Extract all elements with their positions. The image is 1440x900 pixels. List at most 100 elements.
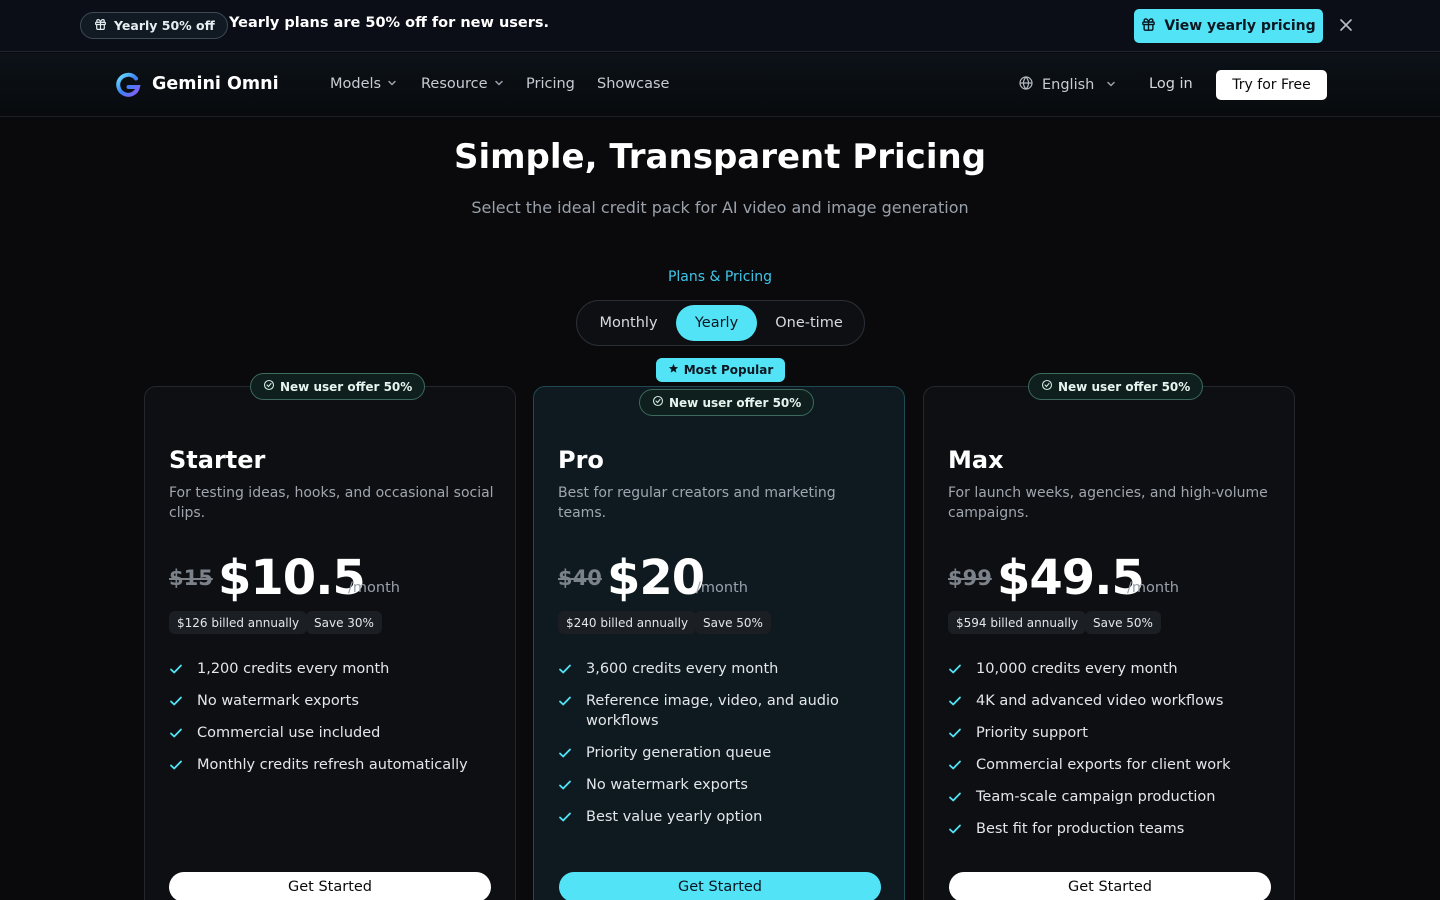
check-icon (948, 723, 962, 746)
get-started-button-max[interactable]: Get Started (949, 872, 1271, 900)
feature-text: No watermark exports (586, 777, 748, 793)
savings-chip: Save 50% (695, 611, 771, 634)
toggle-option-monthly[interactable]: Monthly (587, 305, 670, 341)
nav-item-pricing[interactable]: Pricing (526, 76, 575, 92)
feature-text: 3,600 credits every month (586, 661, 779, 677)
language-selector[interactable]: English (1018, 75, 1116, 95)
nav-item-label: Models (330, 76, 382, 92)
price-period: /month (696, 580, 748, 596)
billed-annually-chip: $126 billed annually (169, 611, 308, 634)
view-yearly-pricing-button[interactable]: View yearly pricing (1134, 9, 1323, 43)
original-price: $15 (169, 566, 213, 590)
yearly-discount-badge: Yearly 50% off (80, 12, 228, 39)
billing-period-toggle: Monthly Yearly One-time (576, 300, 865, 346)
check-icon (948, 755, 962, 778)
feature-item: No watermark exports (169, 691, 499, 714)
plan-name: Starter (169, 446, 266, 474)
page-title: Simple, Transparent Pricing (453, 137, 987, 177)
feature-item: Best value yearly option (558, 807, 888, 830)
offer-badge: New user offer 50% (250, 373, 426, 400)
feature-item: Best fit for production teams (948, 819, 1278, 842)
gift-icon (94, 18, 107, 34)
nav-item-label: Pricing (526, 76, 575, 92)
check-icon (948, 659, 962, 682)
savings-chip: Save 50% (1085, 611, 1161, 634)
feature-item: Team-scale campaign production (948, 787, 1278, 810)
feature-text: 4K and advanced video workflows (976, 693, 1224, 709)
nav-item-models[interactable]: Models (330, 76, 397, 92)
chevron-down-icon (494, 76, 504, 92)
gemini-omni-logo[interactable] (114, 71, 142, 99)
feature-text: Team-scale campaign production (976, 789, 1216, 805)
feature-item: Priority generation queue (558, 743, 888, 766)
feature-text: Priority generation queue (586, 745, 772, 761)
feature-item: Monthly credits refresh automatically (169, 755, 499, 778)
plan-description: For testing ideas, hooks, and occasional… (169, 485, 494, 521)
check-icon (169, 723, 183, 746)
feature-text: No watermark exports (197, 693, 359, 709)
offer-badge-label: New user offer 50% (280, 379, 413, 394)
feature-item: Commercial exports for client work (948, 755, 1278, 778)
feature-text: Monthly credits refresh automatically (197, 757, 468, 773)
plan-price: $49.5 (997, 550, 1145, 606)
yearly-discount-badge-label: Yearly 50% off (114, 18, 215, 33)
price-period: /month (1127, 580, 1179, 596)
check-icon (169, 755, 183, 778)
check-icon (558, 743, 572, 766)
check-icon (169, 659, 183, 682)
try-for-free-button[interactable]: Try for Free (1216, 70, 1327, 100)
check-icon (558, 659, 572, 682)
check-icon (558, 807, 572, 830)
feature-text: Best value yearly option (586, 809, 763, 825)
chevron-down-icon (1106, 77, 1116, 93)
savings-chip: Save 30% (306, 611, 382, 634)
feature-item: 1,200 credits every month (169, 659, 499, 682)
offer-badge-label: New user offer 50% (669, 395, 802, 410)
login-link[interactable]: Log in (1149, 76, 1193, 92)
globe-icon (1018, 75, 1034, 95)
feature-item: 4K and advanced video workflows (948, 691, 1278, 714)
top-navigation: Gemini Omni Models Resource Pricing Show… (0, 53, 1440, 117)
check-icon (948, 691, 962, 714)
feature-text: 10,000 credits every month (976, 661, 1178, 677)
language-label: English (1042, 77, 1095, 93)
feature-text: Commercial use included (197, 725, 381, 741)
nav-item-label: Showcase (597, 76, 670, 92)
badge-check-icon (652, 395, 664, 410)
star-icon (668, 363, 679, 377)
announcement-bar: Yearly 50% off Yearly plans are 50% off … (0, 0, 1440, 52)
announcement-text: Yearly plans are 50% off for new users. (229, 15, 550, 31)
toggle-option-yearly[interactable]: Yearly (676, 305, 757, 341)
get-started-button-starter[interactable]: Get Started (169, 872, 491, 900)
feature-item: No watermark exports (558, 775, 888, 798)
billed-annually-chip: $240 billed annually (558, 611, 697, 634)
check-icon (558, 775, 572, 798)
feature-item: Reference image, video, and audio workfl… (558, 691, 858, 731)
get-started-button-pro[interactable]: Get Started (559, 872, 881, 900)
badge-check-icon (263, 379, 275, 394)
nav-item-resource[interactable]: Resource (421, 76, 504, 92)
close-icon[interactable] (1337, 16, 1355, 34)
offer-badge-label: New user offer 50% (1058, 379, 1191, 394)
plan-price: $20 (607, 550, 705, 606)
check-icon (169, 691, 183, 714)
feature-item: Commercial use included (169, 723, 499, 746)
feature-item: 3,600 credits every month (558, 659, 888, 682)
section-label: Plans & Pricing (667, 269, 773, 285)
badge-check-icon (1041, 379, 1053, 394)
plan-name: Pro (558, 446, 604, 474)
brand-name[interactable]: Gemini Omni (152, 74, 279, 94)
feature-item: 10,000 credits every month (948, 659, 1278, 682)
original-price: $99 (948, 566, 992, 590)
plan-name: Max (948, 446, 1004, 474)
feature-item: Priority support (948, 723, 1278, 746)
check-icon (948, 787, 962, 810)
chevron-down-icon (387, 76, 397, 92)
feature-text: Reference image, video, and audio workfl… (586, 693, 839, 729)
feature-text: Commercial exports for client work (976, 757, 1231, 773)
nav-item-label: Resource (421, 76, 488, 92)
check-icon (558, 691, 572, 731)
nav-item-showcase[interactable]: Showcase (597, 76, 669, 92)
toggle-option-one-time[interactable]: One-time (765, 305, 853, 341)
feature-text: 1,200 credits every month (197, 661, 390, 677)
